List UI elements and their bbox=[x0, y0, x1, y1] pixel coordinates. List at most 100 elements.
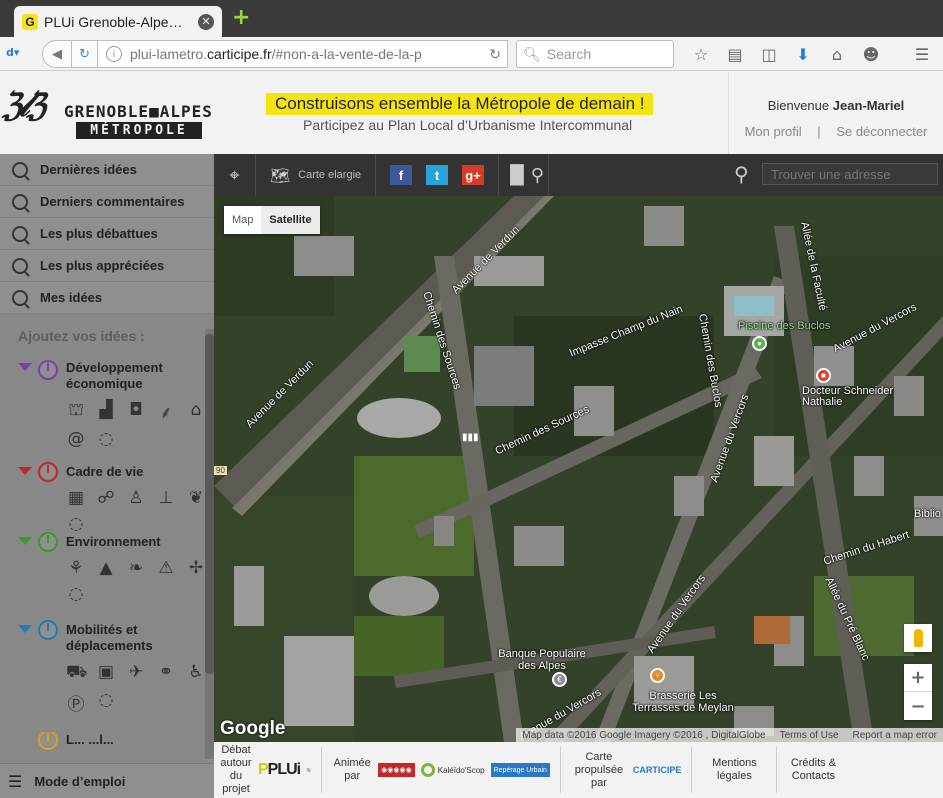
hamburger-menu-icon[interactable]: ☰ bbox=[908, 40, 936, 68]
category-partial[interactable]: L... ...l... bbox=[0, 732, 214, 752]
mountain-icon[interactable]: ▲ bbox=[96, 558, 116, 578]
idea-marker-icon[interactable]: ▮▮▮ bbox=[462, 432, 479, 443]
reperage-urbain-logo[interactable]: Repérage Urbain bbox=[490, 763, 550, 777]
satellite-map[interactable]: Map Satellite Avenue de Verdun Avenue de… bbox=[214, 196, 943, 742]
heritage-icon[interactable]: ⊥ bbox=[156, 488, 176, 508]
chevron-down-icon[interactable] bbox=[18, 625, 32, 633]
chevron-down-icon[interactable] bbox=[18, 363, 32, 371]
at-icon[interactable]: @ bbox=[66, 429, 86, 449]
terms-link[interactable]: Terms of Use bbox=[780, 730, 839, 741]
wheelchair-icon[interactable]: ♿ bbox=[186, 662, 206, 684]
report-error-link[interactable]: Report a map error bbox=[853, 730, 937, 741]
carticipe-logo[interactable]: CARTICIPE bbox=[633, 765, 682, 775]
partner-logo-red[interactable]: ◉◉◉◉◉ bbox=[378, 763, 415, 777]
bus-icon[interactable]: ▣ bbox=[96, 662, 116, 684]
social-share-group: f t g+ bbox=[376, 154, 499, 196]
map-type-map[interactable]: Map bbox=[224, 206, 261, 234]
building-icon[interactable]: ▦ bbox=[66, 488, 86, 508]
browser-search-input[interactable]: 🔍︎ Search bbox=[516, 40, 674, 68]
profile-link[interactable]: Mon profil bbox=[739, 124, 808, 139]
refresh-icon[interactable]: ↻ bbox=[489, 46, 501, 63]
wind-turbine-icon[interactable]: ✢ bbox=[186, 558, 206, 578]
chat-icon[interactable]: ☻ bbox=[854, 40, 888, 68]
sidebar-scrollbar-thumb[interactable] bbox=[205, 334, 214, 674]
metro-small-logo-icon[interactable]: ≋ bbox=[306, 767, 311, 774]
sidebar-item-latest-ideas[interactable]: Dernières idées bbox=[0, 154, 214, 186]
attribution-text: Map data ©2016 Google Imagery ©2016 , Di… bbox=[522, 729, 766, 741]
people-icon[interactable]: ☍ bbox=[96, 488, 116, 508]
twitter-icon[interactable]: t bbox=[426, 165, 448, 185]
playground-icon[interactable]: ♙ bbox=[126, 488, 146, 508]
restaurant-marker-icon[interactable]: ⑂ bbox=[650, 668, 665, 683]
category-economic[interactable]: Développement économique ⛫ ▟ ◘ ⸙ ⌂ @ ◌ bbox=[0, 354, 214, 464]
sidebar-item-most-debated[interactable]: Les plus débattues bbox=[0, 218, 214, 250]
power-icon bbox=[38, 462, 58, 482]
grenoble-alpes-logo[interactable]: ℨ𝓁ℨ GRENOBLE■ALPES MÉTROPOLE bbox=[2, 86, 212, 142]
warehouse-icon[interactable]: ⌂ bbox=[186, 400, 206, 423]
street-view-pegman-icon[interactable] bbox=[904, 624, 932, 652]
bank-marker-icon[interactable]: € bbox=[552, 672, 567, 687]
pool-marker-icon[interactable]: ● bbox=[752, 336, 767, 351]
doctor-marker-icon[interactable]: ■ bbox=[816, 368, 831, 383]
info-icon[interactable]: i bbox=[106, 46, 122, 62]
category-mobilites[interactable]: Mobilités et déplacements ⛟ ▣ ✈ ⚭ ♿ Ⓟ ◌ bbox=[0, 620, 214, 732]
carte-propulsee-text: Carte propulsée par bbox=[574, 750, 624, 789]
kaleidoscop-logo[interactable]: Kaléïdo'Scop bbox=[420, 763, 485, 777]
pocket-icon[interactable]: ◫ bbox=[752, 40, 786, 68]
back-button[interactable]: ◀ bbox=[42, 40, 72, 68]
sidebar-item-latest-comments[interactable]: Derniers commentaires bbox=[0, 186, 214, 218]
carte-elargie-button[interactable]: 🗺︎ Carte elargie bbox=[256, 154, 376, 196]
stats-search-icon[interactable]: ▐▌⚲ bbox=[499, 154, 549, 196]
hand-leaf-icon[interactable]: ❧ bbox=[126, 558, 146, 578]
facebook-icon[interactable]: f bbox=[390, 165, 412, 185]
sidebar-item-my-ideas[interactable]: Mes idées bbox=[0, 282, 214, 314]
zoom-in-button[interactable]: + bbox=[904, 664, 932, 692]
new-tab-icon[interactable]: + bbox=[232, 7, 250, 29]
factory-icon[interactable]: ⛫ bbox=[66, 400, 86, 423]
car-icon[interactable]: ⛟ bbox=[66, 662, 87, 684]
industry-icon[interactable]: ▟ bbox=[96, 400, 116, 423]
comment-icon[interactable]: ◌ bbox=[96, 429, 116, 449]
plui-logo[interactable]: PPLUi bbox=[258, 761, 301, 779]
bike-icon[interactable]: ⚭ bbox=[156, 662, 176, 684]
zoom-out-button[interactable]: − bbox=[904, 692, 932, 720]
wheat-icon[interactable]: ⸙ bbox=[156, 400, 176, 423]
warning-icon[interactable]: ⚠ bbox=[156, 558, 176, 578]
logout-link[interactable]: Se déconnecter bbox=[830, 124, 933, 139]
parking-icon[interactable]: Ⓟ bbox=[66, 690, 86, 715]
identity-icon[interactable]: d▾ bbox=[6, 46, 26, 62]
chevron-down-icon[interactable] bbox=[18, 537, 32, 545]
pedestrian-icon[interactable]: ✈ bbox=[126, 662, 146, 684]
url-bar[interactable]: i plui-lametro. carticipe.fr/#non-a-la-ve… bbox=[98, 40, 508, 68]
credits-link[interactable]: Crédits & Contacts bbox=[787, 757, 839, 783]
category-environnement[interactable]: Environnement ⚘ ▲ ❧ ⚠ ✢ ◌ bbox=[0, 532, 214, 622]
home-icon[interactable]: ⌂ bbox=[820, 40, 854, 68]
sidebar-item-label: Les plus appréciées bbox=[40, 258, 165, 273]
category-cadre-de-vie[interactable]: Cadre de vie ▦ ☍ ♙ ⊥ ❦ ◌ bbox=[0, 462, 214, 534]
sidebar-item-most-liked[interactable]: Les plus appréciées bbox=[0, 250, 214, 282]
poi-label: Banque Populaire des Alpes bbox=[498, 648, 586, 672]
reading-list-icon[interactable]: ▤ bbox=[718, 40, 752, 68]
mode-emploi-button[interactable]: ☰ Mode d’emploi bbox=[0, 763, 214, 798]
bookmark-star-icon[interactable]: ☆ bbox=[684, 40, 718, 68]
geolocate-icon[interactable]: ⌖ bbox=[214, 154, 256, 196]
close-tab-icon[interactable]: ✕ bbox=[198, 13, 214, 30]
search-icon[interactable]: ⚲ bbox=[734, 162, 749, 186]
search-placeholder: Search bbox=[546, 46, 592, 62]
tree-icon[interactable]: ❦ bbox=[186, 488, 206, 508]
mentions-link[interactable]: Mentions légales bbox=[702, 757, 766, 783]
download-icon[interactable]: ⬇ bbox=[786, 40, 820, 68]
comment-icon[interactable]: ◌ bbox=[96, 690, 116, 715]
logo-text-bottom: MÉTROPOLE bbox=[76, 122, 202, 139]
comment-icon[interactable]: ◌ bbox=[66, 584, 86, 604]
chevron-down-icon[interactable] bbox=[18, 467, 32, 475]
comment-icon[interactable]: ◌ bbox=[66, 514, 86, 534]
google-plus-icon[interactable]: g+ bbox=[462, 165, 484, 185]
reload-icon[interactable]: ↻ bbox=[72, 40, 98, 68]
browser-tab[interactable]: G PLUi Grenoble-Alpe… ✕ bbox=[14, 6, 222, 37]
sprout-icon[interactable]: ⚘ bbox=[66, 558, 86, 578]
url-path: /#non-a-la-vente-de-la-p bbox=[271, 46, 422, 62]
address-search-input[interactable] bbox=[762, 163, 938, 185]
basket-icon[interactable]: ◘ bbox=[126, 400, 146, 423]
map-type-satellite[interactable]: Satellite bbox=[261, 206, 320, 234]
